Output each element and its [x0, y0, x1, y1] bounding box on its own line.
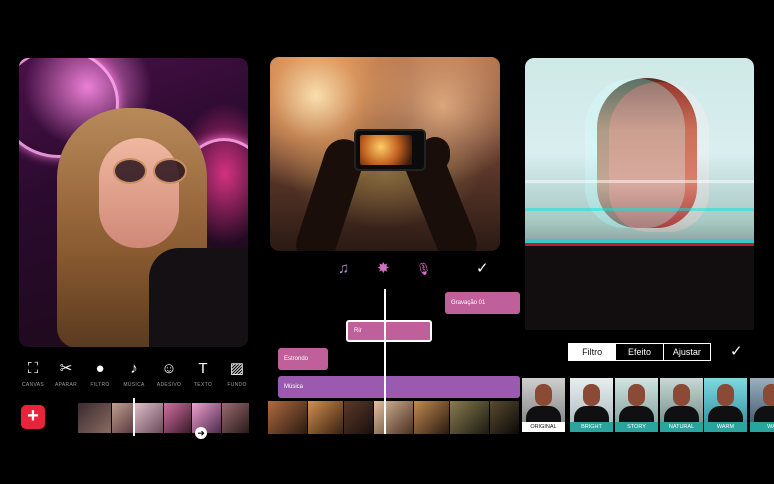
- timeline-frame: [134, 403, 164, 433]
- timeline-frame: [308, 401, 344, 434]
- thumb-body: [619, 406, 654, 422]
- timeline-frame: [164, 403, 192, 433]
- tab-filter[interactable]: Filtro: [569, 344, 617, 360]
- sunglasses-left: [113, 158, 147, 184]
- tool-label: APARAR: [55, 382, 77, 388]
- tool-sticker[interactable]: ☺ ADESIVO: [152, 360, 186, 388]
- playhead[interactable]: [384, 289, 386, 434]
- add-clip-button[interactable]: +: [21, 405, 45, 429]
- smartphone: [354, 129, 426, 171]
- timeline-frame: [78, 403, 112, 433]
- thumb-face: [628, 384, 645, 406]
- tool-label: FILTRO: [90, 382, 110, 388]
- filter-thumbnail: [750, 378, 774, 422]
- thumb-face: [673, 384, 690, 406]
- filter-label: WA: [750, 422, 774, 432]
- filter-label: BRIGHT: [570, 422, 613, 432]
- timeline-frame: [112, 403, 134, 433]
- timeline-frame: [268, 401, 308, 434]
- editor-preview-photo: [19, 58, 248, 347]
- track-recording[interactable]: Gravação 01: [445, 292, 520, 314]
- tool-label: ADESIVO: [156, 382, 182, 388]
- timeline-frame: [344, 401, 374, 434]
- phone-screen: [360, 135, 412, 165]
- tab-adjust[interactable]: Ajustar: [664, 344, 710, 360]
- filter-original[interactable]: ORIGINAL: [522, 378, 565, 432]
- tool-label: TEXTO: [193, 382, 213, 388]
- filter-thumbnail: [615, 378, 658, 422]
- scroll-arrow-icon[interactable]: ➜: [195, 427, 207, 439]
- track-laugh[interactable]: Rir: [346, 320, 432, 342]
- editor-toolbar: ⛶ CANVAS ✂ APARAR ● FILTRO ♪ MÚSICA ☺ AD…: [16, 360, 256, 392]
- playhead[interactable]: [133, 398, 135, 436]
- filter-label: ORIGINAL: [522, 422, 565, 432]
- track-boom[interactable]: Estrondo: [278, 348, 328, 370]
- confirm-check-icon[interactable]: ✓: [476, 258, 489, 280]
- filter-icon: ●: [95, 360, 105, 377]
- subject-jacket: [149, 248, 248, 347]
- timeline-frame: [374, 401, 414, 434]
- hand: [330, 152, 356, 186]
- tab-effect[interactable]: Efeito: [616, 344, 664, 360]
- tool-filter[interactable]: ● FILTRO: [83, 360, 117, 388]
- filter-thumbnail: [570, 378, 613, 422]
- sunglasses-right: [153, 158, 187, 184]
- tool-music[interactable]: ♪ MÚSICA: [117, 360, 151, 388]
- subject-face: [99, 138, 179, 248]
- canvas-icon: ⛶: [27, 360, 39, 377]
- tool-label: CANVAS: [22, 382, 44, 388]
- glitch-portrait-photo: [525, 58, 754, 330]
- music-note-icon: ♪: [130, 360, 138, 377]
- tool-label: MÚSICA: [123, 382, 145, 388]
- filter-story[interactable]: STORY: [615, 378, 658, 432]
- video-timeline-strip[interactable]: [268, 401, 520, 434]
- filter-thumbnail: [522, 378, 565, 422]
- filter-warm[interactable]: WARM: [704, 378, 747, 432]
- filter-bright[interactable]: BRIGHT: [570, 378, 613, 432]
- glitch-line: [525, 180, 754, 183]
- thumb-body: [664, 406, 699, 422]
- tool-canvas[interactable]: ⛶ CANVAS: [16, 360, 50, 388]
- thumb-body: [754, 406, 774, 422]
- tool-text[interactable]: T TEXTO: [186, 360, 220, 388]
- sticker-icon: ☺: [161, 360, 177, 377]
- filter-thumbnail: [704, 378, 747, 422]
- timeline-frame: [490, 401, 520, 434]
- effect-burst-icon[interactable]: ✸: [377, 258, 390, 280]
- filter-label: WARM: [704, 422, 747, 432]
- filter-thumbnail: [660, 378, 703, 422]
- filter-natural[interactable]: NATURAL: [660, 378, 703, 432]
- thumb-body: [708, 406, 743, 422]
- add-music-icon[interactable]: ♫: [338, 258, 349, 280]
- filter-label: STORY: [615, 422, 658, 432]
- track-music[interactable]: Música: [278, 376, 520, 398]
- concert-preview-photo: [270, 57, 500, 251]
- timeline-frame: [222, 403, 250, 433]
- filter-label: NATURAL: [660, 422, 703, 432]
- thumb-face: [583, 384, 600, 406]
- thumb-face: [717, 384, 734, 406]
- timeline-frame: [414, 401, 450, 434]
- glitch-line: [525, 208, 754, 211]
- subject-shirt: [525, 243, 754, 330]
- thumb-body: [574, 406, 609, 422]
- tool-trim[interactable]: ✂ APARAR: [49, 360, 83, 388]
- filter-wa-partial[interactable]: WA: [750, 378, 774, 432]
- thumb-face: [763, 384, 774, 406]
- scissors-icon: ✂: [59, 360, 73, 377]
- audio-actions-bar: ♫ ✸ 🎙 ✓: [330, 258, 500, 280]
- filter-tab-group: Filtro Efeito Ajustar: [568, 343, 711, 361]
- confirm-check-icon[interactable]: ✓: [730, 342, 743, 362]
- tool-background[interactable]: ▨ FUNDO: [220, 360, 254, 388]
- filter-presets-list: ORIGINAL BRIGHT STORY NATURAL WARM WA: [522, 378, 774, 432]
- video-timeline-strip[interactable]: [78, 403, 250, 433]
- text-icon: T: [198, 360, 208, 377]
- background-icon: ▨: [229, 360, 245, 377]
- thumb-body: [526, 406, 561, 422]
- microphone-icon[interactable]: 🎙: [416, 258, 431, 280]
- tool-label: FUNDO: [227, 382, 247, 388]
- timeline-frame: [450, 401, 490, 434]
- thumb-face: [535, 384, 552, 406]
